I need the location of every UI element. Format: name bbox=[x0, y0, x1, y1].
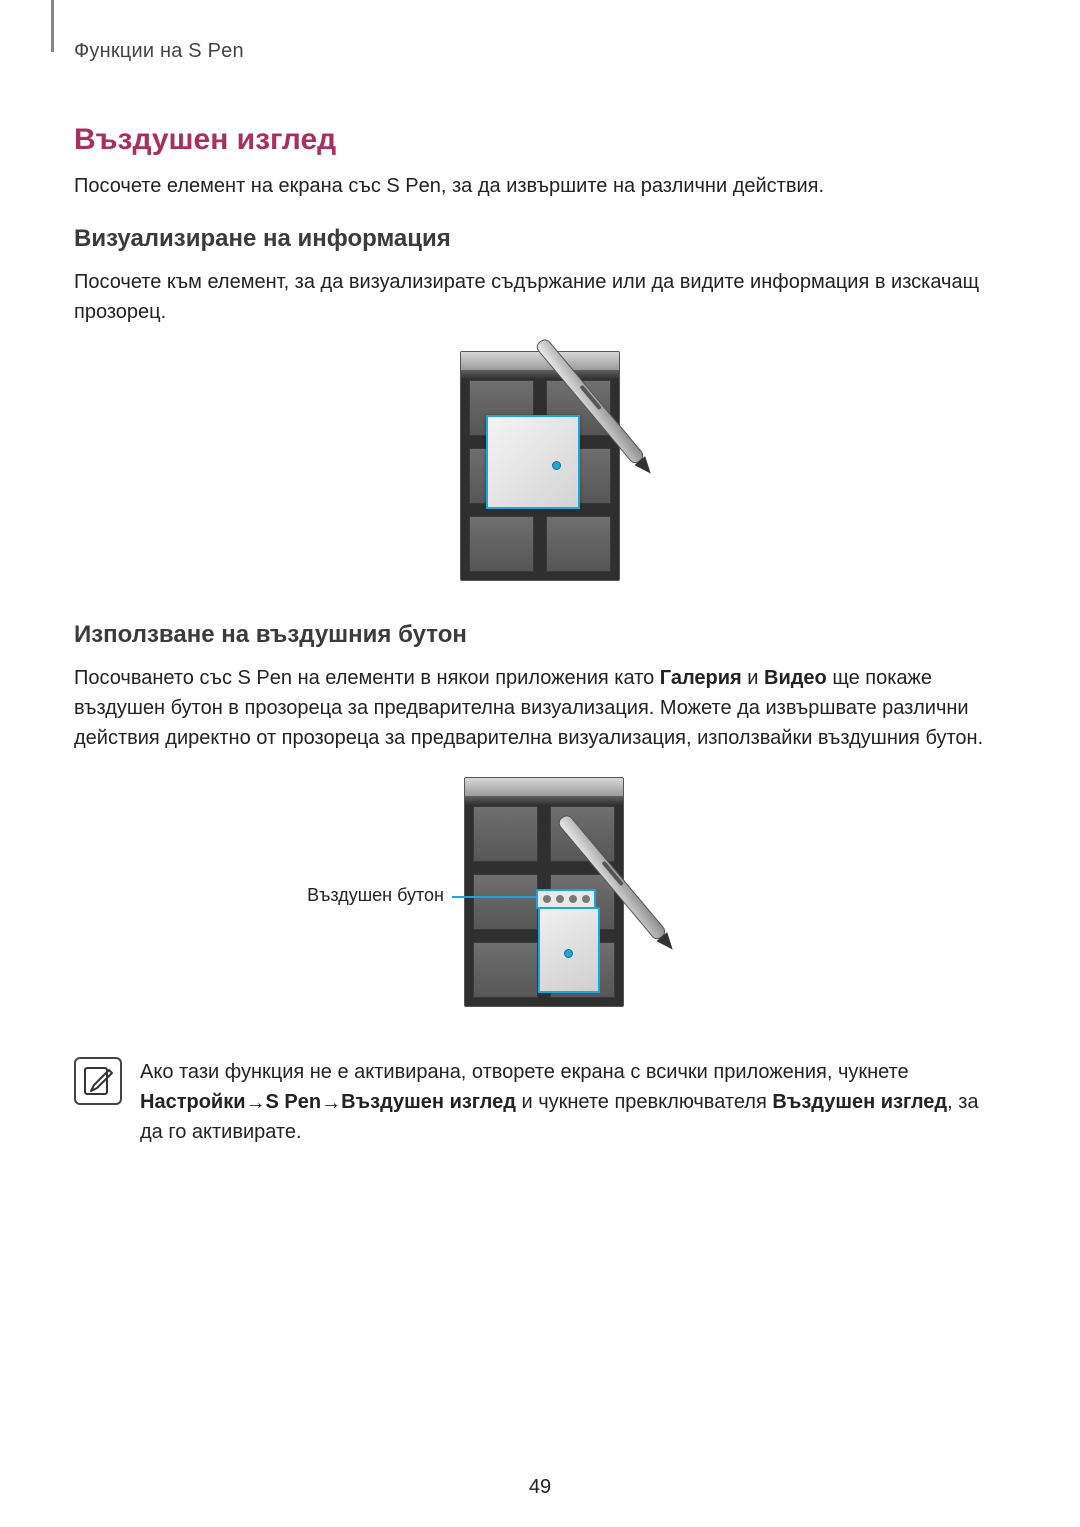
callout-line bbox=[452, 896, 538, 898]
app-name-video: Видео bbox=[764, 667, 827, 689]
air-button-toolbar bbox=[536, 889, 596, 909]
hover-point-icon bbox=[564, 949, 573, 958]
text-fragment: и чукнете превключвателя bbox=[516, 1091, 772, 1113]
grid-cell bbox=[473, 874, 538, 930]
subsection-text-airbutton: Посочването със S Pen на елементи в няко… bbox=[74, 663, 1006, 753]
toolbar-icon bbox=[556, 895, 564, 903]
text-fragment: и bbox=[742, 667, 764, 689]
grid-cell bbox=[473, 806, 538, 862]
toolbar-icon bbox=[543, 895, 551, 903]
note-block: Ако тази функция не е активирана, отворе… bbox=[74, 1057, 1006, 1147]
text-fragment: Ако тази функция не е активирана, отворе… bbox=[140, 1061, 909, 1083]
running-head: Функции на S Pen bbox=[74, 40, 1006, 63]
grid-cell bbox=[550, 806, 615, 862]
switch-name-airview: Въздушен изглед bbox=[772, 1091, 947, 1113]
phone-statusbar bbox=[465, 778, 623, 796]
margin-rule bbox=[51, 0, 54, 52]
note-icon bbox=[74, 1057, 122, 1105]
subsection-text-info: Посочете към елемент, за да визуализират… bbox=[74, 267, 1006, 327]
app-name-gallery: Галерия bbox=[660, 667, 742, 689]
figure-air-button: Въздушен бутон bbox=[74, 777, 1006, 1027]
toolbar-icon bbox=[582, 895, 590, 903]
section-intro: Посочете елемент на екрана със S Pen, за… bbox=[74, 171, 1006, 201]
menu-path-airview: Въздушен изглед bbox=[341, 1091, 516, 1113]
grid-cell bbox=[469, 516, 534, 572]
section-title: Въздушен изглед bbox=[74, 123, 1006, 157]
hover-point-icon bbox=[552, 461, 561, 470]
subsection-title-info: Визуализиране на информация bbox=[74, 225, 1006, 253]
note-text: Ако тази функция не е активирана, отворе… bbox=[140, 1057, 1006, 1147]
phone-statusbar bbox=[461, 352, 619, 370]
text-fragment: Посочването със S Pen на елементи в няко… bbox=[74, 667, 660, 689]
arrow-icon: → bbox=[321, 1088, 341, 1118]
preview-popup bbox=[486, 415, 580, 509]
menu-path-spen: S Pen bbox=[266, 1091, 322, 1113]
grid-cell bbox=[473, 942, 538, 998]
arrow-icon: → bbox=[246, 1088, 266, 1118]
subsection-title-airbutton: Използване на въздушния бутон bbox=[74, 621, 1006, 649]
menu-path-settings: Настройки bbox=[140, 1091, 246, 1113]
figure-preview-info bbox=[74, 351, 1006, 591]
page-number: 49 bbox=[0, 1476, 1080, 1499]
grid-cell bbox=[546, 516, 611, 572]
toolbar-icon bbox=[569, 895, 577, 903]
callout-label: Въздушен бутон bbox=[254, 885, 444, 906]
